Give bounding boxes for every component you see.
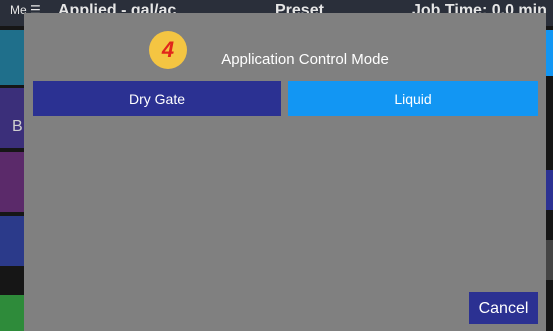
cancel-button[interactable]: Cancel <box>469 292 538 324</box>
background-tile-teal <box>0 30 24 85</box>
background-tile-green <box>0 295 24 331</box>
dialog-title: Application Control Mode <box>221 51 389 68</box>
background-side-letter: B <box>12 118 23 135</box>
application-control-mode-dialog: 4 Application Control Mode Dry Gate Liqu… <box>24 13 546 331</box>
liquid-button[interactable]: Liquid <box>288 81 538 116</box>
background-tile-magenta <box>0 152 24 212</box>
background-tile-blue <box>0 216 24 266</box>
dry-gate-button[interactable]: Dry Gate <box>33 81 281 116</box>
